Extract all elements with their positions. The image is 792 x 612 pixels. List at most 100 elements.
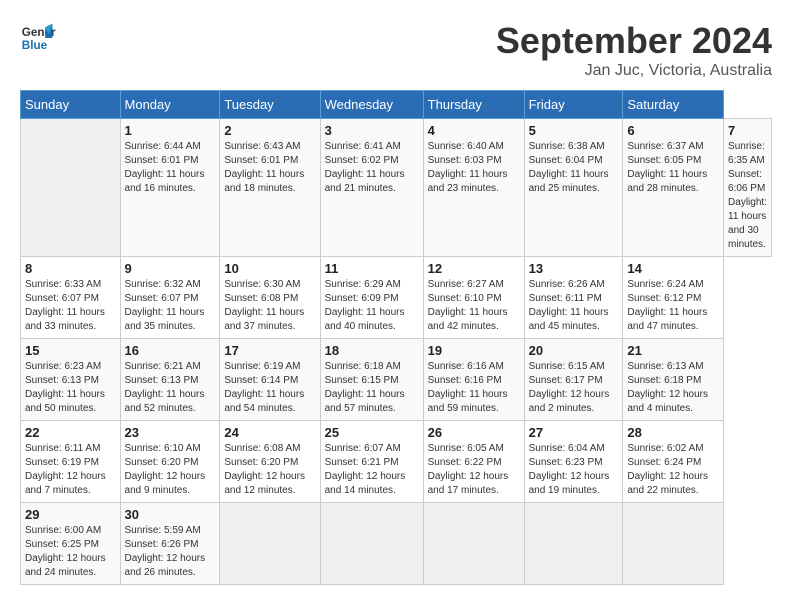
day-number: 11 [325, 261, 419, 276]
day-info: Sunrise: 6:26 AMSunset: 6:11 PMDaylight:… [529, 278, 619, 334]
day-number: 16 [125, 343, 216, 358]
day-info: Sunrise: 6:27 AMSunset: 6:10 PMDaylight:… [428, 278, 520, 334]
day-info: Sunrise: 6:08 AMSunset: 6:20 PMDaylight:… [224, 442, 315, 498]
location-title: Jan Juc, Victoria, Australia [496, 62, 772, 80]
day-number: 9 [125, 261, 216, 276]
calendar-day-cell: 6 Sunrise: 6:37 AMSunset: 6:05 PMDaylight… [623, 119, 724, 257]
day-info: Sunrise: 6:33 AMSunset: 6:07 PMDaylight:… [25, 278, 116, 334]
day-number: 24 [224, 425, 315, 440]
calendar-day-cell: 17Sunrise: 6:19 AMSunset: 6:14 PMDayligh… [220, 339, 320, 421]
day-number: 5 [529, 123, 619, 138]
day-number: 30 [125, 507, 216, 522]
day-number: 14 [627, 261, 719, 276]
logo-icon: General Blue [20, 20, 56, 56]
calendar-day-cell: 16 Sunrise: 6:21 AMSunset: 6:13 PMDayligh… [120, 339, 220, 421]
day-info: Sunrise: 6:35 AMSunset: 6:06 PMDaylight:… [728, 140, 767, 252]
day-number: 25 [325, 425, 419, 440]
calendar-day-cell: 4 Sunrise: 6:40 AMSunset: 6:03 PMDaylight… [423, 119, 524, 257]
day-number: 3 [325, 123, 419, 138]
day-number: 20 [529, 343, 619, 358]
day-info: Sunrise: 6:43 AMSunset: 6:01 PMDaylight:… [224, 140, 315, 196]
day-info: Sunrise: 6:23 AMSunset: 6:13 PMDaylight:… [25, 360, 116, 416]
day-number: 21 [627, 343, 719, 358]
calendar-day-cell: 20 Sunrise: 6:15 AMSunset: 6:17 PMDayligh… [524, 339, 623, 421]
calendar-day-cell [423, 503, 524, 585]
day-info: Sunrise: 6:37 AMSunset: 6:05 PMDaylight:… [627, 140, 719, 196]
day-of-week-header: Tuesday [220, 91, 320, 119]
day-info: Sunrise: 6:02 AMSunset: 6:24 PMDaylight:… [627, 442, 719, 498]
day-number: 22 [25, 425, 116, 440]
calendar-day-cell: 7 Sunrise: 6:35 AMSunset: 6:06 PMDaylight… [724, 119, 772, 257]
calendar-week-row: 22 Sunrise: 6:11 AMSunset: 6:19 PMDayligh… [21, 421, 772, 503]
calendar-day-cell: 1 Sunrise: 6:44 AMSunset: 6:01 PMDaylight… [120, 119, 220, 257]
day-info: Sunrise: 6:32 AMSunset: 6:07 PMDaylight:… [125, 278, 216, 334]
day-number: 15 [25, 343, 116, 358]
day-number: 7 [728, 123, 767, 138]
calendar-week-row: 8 Sunrise: 6:33 AMSunset: 6:07 PMDaylight… [21, 257, 772, 339]
calendar-day-cell [320, 503, 423, 585]
day-number: 6 [627, 123, 719, 138]
calendar-day-cell: 25 Sunrise: 6:07 AMSunset: 6:21 PMDayligh… [320, 421, 423, 503]
calendar-day-cell: 21Sunrise: 6:13 AMSunset: 6:18 PMDayligh… [623, 339, 724, 421]
calendar-day-cell: 24 Sunrise: 6:08 AMSunset: 6:20 PMDayligh… [220, 421, 320, 503]
calendar-day-cell: 26Sunrise: 6:05 AMSunset: 6:22 PMDayligh… [423, 421, 524, 503]
calendar-day-cell: 30 Sunrise: 5:59 AMSunset: 6:26 PMDayligh… [120, 503, 220, 585]
day-info: Sunrise: 6:24 AMSunset: 6:12 PMDaylight:… [627, 278, 719, 334]
calendar-body: 1 Sunrise: 6:44 AMSunset: 6:01 PMDaylight… [21, 119, 772, 585]
calendar-table: SundayMondayTuesdayWednesdayThursdayFrid… [20, 90, 772, 585]
day-of-week-header: Sunday [21, 91, 121, 119]
day-info: Sunrise: 6:30 AMSunset: 6:08 PMDaylight:… [224, 278, 315, 334]
day-info: Sunrise: 6:21 AMSunset: 6:13 PMDaylight:… [125, 360, 216, 416]
day-number: 19 [428, 343, 520, 358]
calendar-day-cell: 10 Sunrise: 6:30 AMSunset: 6:08 PMDayligh… [220, 257, 320, 339]
day-number: 28 [627, 425, 719, 440]
day-info: Sunrise: 6:29 AMSunset: 6:09 PMDaylight:… [325, 278, 419, 334]
day-info: Sunrise: 6:10 AMSunset: 6:20 PMDaylight:… [125, 442, 216, 498]
day-of-week-header: Thursday [423, 91, 524, 119]
days-of-week-row: SundayMondayTuesdayWednesdayThursdayFrid… [21, 91, 772, 119]
calendar-day-cell: 22 Sunrise: 6:11 AMSunset: 6:19 PMDayligh… [21, 421, 121, 503]
day-number: 4 [428, 123, 520, 138]
calendar-day-cell: 19 Sunrise: 6:16 AMSunset: 6:16 PMDayligh… [423, 339, 524, 421]
title-area: September 2024 Jan Juc, Victoria, Austra… [496, 20, 772, 80]
day-info: Sunrise: 6:15 AMSunset: 6:17 PMDaylight:… [529, 360, 619, 416]
day-number: 27 [529, 425, 619, 440]
calendar-day-cell [21, 119, 121, 257]
day-info: Sunrise: 6:40 AMSunset: 6:03 PMDaylight:… [428, 140, 520, 196]
calendar-day-cell [524, 503, 623, 585]
day-info: Sunrise: 6:04 AMSunset: 6:23 PMDaylight:… [529, 442, 619, 498]
day-info: Sunrise: 6:16 AMSunset: 6:16 PMDaylight:… [428, 360, 520, 416]
day-of-week-header: Wednesday [320, 91, 423, 119]
day-number: 18 [325, 343, 419, 358]
day-info: Sunrise: 5:59 AMSunset: 6:26 PMDaylight:… [125, 524, 216, 580]
day-number: 12 [428, 261, 520, 276]
calendar-day-cell: 11 Sunrise: 6:29 AMSunset: 6:09 PMDayligh… [320, 257, 423, 339]
day-info: Sunrise: 6:11 AMSunset: 6:19 PMDaylight:… [25, 442, 116, 498]
day-number: 8 [25, 261, 116, 276]
calendar-day-cell: 3Sunrise: 6:41 AMSunset: 6:02 PMDaylight… [320, 119, 423, 257]
calendar-day-cell: 9 Sunrise: 6:32 AMSunset: 6:07 PMDaylight… [120, 257, 220, 339]
calendar-day-cell: 12 Sunrise: 6:27 AMSunset: 6:10 PMDayligh… [423, 257, 524, 339]
calendar-day-cell: 2Sunrise: 6:43 AMSunset: 6:01 PMDaylight… [220, 119, 320, 257]
day-info: Sunrise: 6:44 AMSunset: 6:01 PMDaylight:… [125, 140, 216, 196]
day-number: 10 [224, 261, 315, 276]
day-info: Sunrise: 6:00 AMSunset: 6:25 PMDaylight:… [25, 524, 116, 580]
day-number: 1 [125, 123, 216, 138]
header: General Blue September 2024 Jan Juc, Vic… [20, 20, 772, 80]
day-number: 13 [529, 261, 619, 276]
calendar-day-cell: 13 Sunrise: 6:26 AMSunset: 6:11 PMDayligh… [524, 257, 623, 339]
day-number: 29 [25, 507, 116, 522]
calendar-day-cell: 28 Sunrise: 6:02 AMSunset: 6:24 PMDayligh… [623, 421, 724, 503]
calendar-day-cell: 8 Sunrise: 6:33 AMSunset: 6:07 PMDaylight… [21, 257, 121, 339]
day-of-week-header: Friday [524, 91, 623, 119]
calendar-day-cell [623, 503, 724, 585]
day-info: Sunrise: 6:07 AMSunset: 6:21 PMDaylight:… [325, 442, 419, 498]
day-of-week-header: Monday [120, 91, 220, 119]
calendar-day-cell [220, 503, 320, 585]
day-number: 23 [125, 425, 216, 440]
calendar-day-cell: 18Sunrise: 6:18 AMSunset: 6:15 PMDayligh… [320, 339, 423, 421]
calendar-week-row: 1 Sunrise: 6:44 AMSunset: 6:01 PMDaylight… [21, 119, 772, 257]
calendar-day-cell: 5Sunrise: 6:38 AMSunset: 6:04 PMDaylight… [524, 119, 623, 257]
calendar-day-cell: 29 Sunrise: 6:00 AMSunset: 6:25 PMDayligh… [21, 503, 121, 585]
day-info: Sunrise: 6:19 AMSunset: 6:14 PMDaylight:… [224, 360, 315, 416]
